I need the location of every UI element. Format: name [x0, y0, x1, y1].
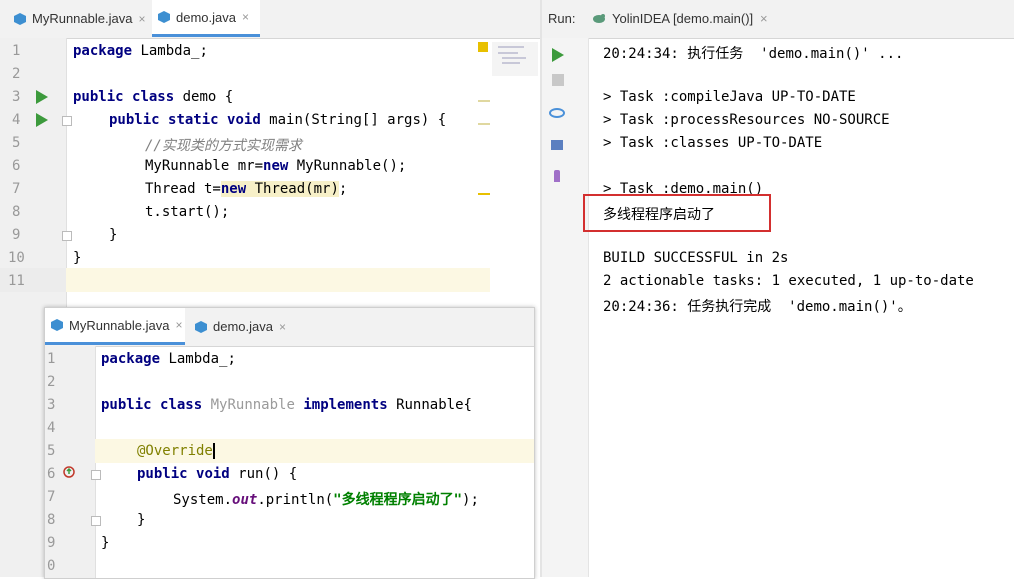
- eye-icon[interactable]: [549, 108, 565, 118]
- code-line: t.start();: [145, 204, 230, 220]
- line-number: 5: [47, 443, 56, 459]
- warning-marker[interactable]: [478, 42, 488, 52]
- highlight-box: [583, 194, 771, 232]
- java-file-icon: [14, 12, 26, 25]
- line-number: 7: [47, 489, 56, 505]
- run-gutter-icon[interactable]: [36, 113, 48, 127]
- close-icon[interactable]: ×: [175, 318, 182, 332]
- code-line: package Lambda_;: [101, 351, 236, 367]
- close-icon[interactable]: ×: [279, 320, 286, 334]
- code-comment: //实现类的方式实现需求: [145, 138, 302, 154]
- tab-label: demo.java: [213, 319, 273, 334]
- fold-icon[interactable]: [91, 516, 101, 526]
- close-icon[interactable]: ×: [760, 11, 768, 26]
- tab-demo[interactable]: demo.java ×: [189, 308, 292, 345]
- console-line: BUILD SUCCESSFUL in 2s: [603, 250, 789, 266]
- close-icon[interactable]: ×: [242, 10, 249, 24]
- fold-icon[interactable]: [91, 470, 101, 480]
- line-number: 1: [12, 43, 21, 59]
- console-line: 2 actionable tasks: 1 executed, 1 up-to-…: [603, 273, 974, 289]
- marker-stripe: [478, 123, 490, 125]
- fold-icon[interactable]: [62, 116, 72, 126]
- line-number: 9: [47, 535, 56, 551]
- code-line: }: [101, 535, 110, 551]
- tab-label: MyRunnable.java: [69, 317, 170, 333]
- line-number: 2: [47, 374, 56, 390]
- code-line: Thread t=new Thread(mr);: [145, 181, 348, 197]
- run-panel: Run: YolinIDEA [demo.main()] × 20:24:34:…: [542, 0, 1014, 577]
- override-gutter-icon[interactable]: [63, 466, 75, 481]
- code-line: public class MyRunnable implements Runna…: [101, 397, 472, 413]
- code-line: package Lambda_;: [73, 43, 208, 59]
- line-number: 0: [47, 558, 56, 574]
- marker-stripe: [478, 100, 490, 102]
- editor-myrunnable: MyRunnable.java × demo.java × 1 2 3 4 5 …: [44, 307, 535, 579]
- run-tab-bar: Run: YolinIDEA [demo.main()] ×: [542, 0, 1014, 39]
- line-number: 6: [12, 158, 21, 174]
- line-number: 4: [12, 112, 21, 128]
- fold-icon[interactable]: [62, 231, 72, 241]
- pin-icon[interactable]: [554, 170, 560, 182]
- console-line: 20:24:34: 执行任务 'demo.main()' ...: [603, 46, 904, 62]
- current-line-highlight: [0, 268, 490, 292]
- line-number: 6: [47, 466, 56, 482]
- code-line: }: [109, 227, 118, 243]
- console-line: > Task :processResources NO-SOURCE: [603, 112, 890, 128]
- code-minimap: [492, 42, 538, 76]
- console-line: > Task :classes UP-TO-DATE: [603, 135, 823, 151]
- code-line: public void run() {: [137, 466, 298, 482]
- line-number: 2: [12, 66, 21, 82]
- line-number: 8: [12, 204, 21, 220]
- line-number: 1: [47, 351, 56, 367]
- java-file-icon: [195, 320, 207, 333]
- line-number: 5: [12, 135, 21, 151]
- rerun-icon[interactable]: [552, 48, 564, 62]
- line-number: 3: [47, 397, 56, 413]
- code-line: System.out.println("多线程程序启动了");: [173, 492, 479, 508]
- line-number: 9: [12, 227, 21, 243]
- editor-tab-bar: MyRunnable.java × demo.java ×: [45, 308, 534, 347]
- tab-label: MyRunnable.java: [32, 11, 133, 26]
- stop-icon[interactable]: [552, 74, 564, 86]
- java-file-icon: [51, 319, 63, 331]
- code-line: }: [73, 250, 82, 266]
- run-toolbar: [542, 38, 589, 577]
- code-line: MyRunnable mr=new MyRunnable();: [145, 158, 407, 174]
- run-tab-title[interactable]: YolinIDEA [demo.main()]: [612, 11, 753, 26]
- code-line: public static void main(String[] args) {: [109, 112, 447, 128]
- run-label: Run:: [548, 11, 576, 26]
- code-line: }: [137, 512, 146, 528]
- tab-label: demo.java: [176, 9, 236, 25]
- code-annotation: @Override: [137, 443, 215, 459]
- close-icon[interactable]: ×: [138, 12, 145, 26]
- tab-demo[interactable]: demo.java ×: [152, 0, 260, 37]
- gradle-icon: [592, 11, 606, 28]
- line-number: 4: [47, 420, 56, 436]
- run-gutter-icon[interactable]: [36, 90, 48, 104]
- line-number: 8: [47, 512, 56, 528]
- java-file-icon: [158, 11, 170, 23]
- console-line: > Task :compileJava UP-TO-DATE: [603, 89, 856, 105]
- tab-myrunnable[interactable]: MyRunnable.java ×: [45, 308, 185, 345]
- line-number: 11: [8, 273, 25, 289]
- marker-stripe: [478, 193, 490, 195]
- line-number: 7: [12, 181, 21, 197]
- line-number: 10: [8, 250, 25, 266]
- layout-icon[interactable]: [551, 140, 563, 150]
- editor-tab-bar: MyRunnable.java × demo.java ×: [0, 0, 542, 39]
- line-number: 3: [12, 89, 21, 105]
- console-line: 20:24:36: 任务执行完成 'demo.main()'。: [603, 299, 912, 315]
- tab-myrunnable[interactable]: MyRunnable.java ×: [8, 0, 151, 37]
- code-line: public class demo {: [73, 89, 234, 105]
